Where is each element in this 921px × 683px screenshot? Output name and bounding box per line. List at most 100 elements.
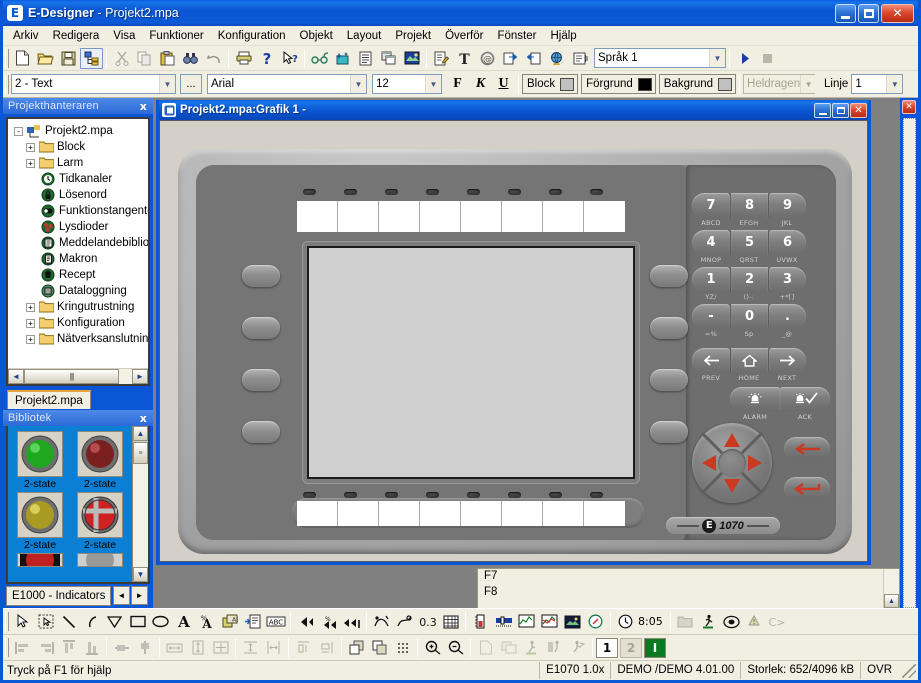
distribute-top-icon[interactable] (292, 637, 315, 659)
slider-icon[interactable] (492, 611, 515, 633)
line-width-combo[interactable]: 1 ▼ (851, 74, 904, 94)
ascii-field-icon[interactable]: ABC (264, 611, 287, 633)
keypad-key-3[interactable]: 3 (768, 267, 806, 292)
function-key-label[interactable] (502, 201, 543, 232)
copy-block-icon[interactable] (497, 637, 520, 659)
tree-item-lysdioder[interactable]: Lysdioder (12, 219, 146, 235)
expand-toggle[interactable]: + (26, 334, 35, 344)
zoom-out-icon[interactable] (444, 637, 467, 659)
line-style-combo[interactable]: Heldragen ▼ (743, 74, 817, 94)
run-button[interactable] (733, 48, 756, 69)
language-combo[interactable]: Språk 1 ▼ (594, 48, 726, 68)
font-size-combo[interactable]: 12 ▼ (372, 74, 442, 94)
jump-alt-icon[interactable] (543, 637, 566, 659)
expand-toggle[interactable]: + (26, 318, 35, 328)
digital-icon[interactable] (393, 611, 416, 633)
same-width-icon[interactable] (163, 637, 186, 659)
close-icon[interactable]: x (137, 100, 150, 113)
block-folder-icon[interactable] (674, 611, 697, 633)
function-key-label[interactable] (420, 201, 461, 232)
context-help-icon[interactable]: ? (278, 48, 301, 69)
dpad-center[interactable] (718, 449, 746, 477)
tile-windows-icon[interactable] (377, 48, 400, 69)
block-button-i[interactable]: I (644, 637, 666, 658)
home-key[interactable] (730, 348, 768, 373)
jump-next-icon[interactable] (340, 611, 363, 633)
chevron-down-icon[interactable]: ▼ (350, 75, 366, 93)
indicator-partial-icon[interactable] (17, 553, 63, 567)
tree-item-kringutrustning[interactable]: + Kringutrustning (12, 299, 146, 315)
send-back-icon[interactable] (368, 637, 391, 659)
menu-funktioner[interactable]: Funktioner (142, 28, 210, 44)
close-button[interactable]: ✕ (881, 3, 914, 23)
project-tree[interactable]: - Projekt2.mpa + Block + Larm Tidkanaler… (6, 117, 150, 386)
prev-key[interactable] (692, 348, 730, 373)
left-soft-key-2[interactable] (242, 317, 280, 339)
align-right-icon[interactable] (34, 637, 57, 659)
left-soft-key-1[interactable] (242, 265, 280, 287)
macro-run-icon[interactable]: C> (766, 611, 789, 633)
chevron-down-icon[interactable]: ▼ (709, 49, 725, 67)
message-field-icon[interactable] (241, 611, 264, 633)
chevron-down-icon[interactable]: ▼ (159, 75, 175, 93)
minimize-button[interactable] (835, 3, 856, 23)
library-item[interactable] (74, 553, 126, 567)
tree-item-project[interactable]: - Projekt2.mpa (12, 123, 146, 139)
text-icon[interactable]: A (172, 611, 195, 633)
trend-multi-icon[interactable] (538, 611, 561, 633)
draw-toolbar-grip[interactable] (5, 612, 9, 631)
object-browse-button[interactable]: ... (180, 74, 202, 94)
function-key-label[interactable] (543, 201, 584, 232)
indicator-lamp-red-icon[interactable] (77, 431, 123, 477)
function-key-label[interactable] (502, 501, 543, 526)
menu-arkiv[interactable]: Arkiv (6, 28, 46, 44)
table-icon[interactable] (439, 611, 462, 633)
jump-first-icon[interactable] (294, 611, 317, 633)
open-folder-icon[interactable] (34, 48, 57, 69)
function-key-label[interactable] (379, 501, 420, 526)
zoom-in-icon[interactable] (421, 637, 444, 659)
ack-key[interactable] (780, 387, 830, 411)
right-soft-key-3[interactable] (650, 369, 688, 391)
multi-object-icon[interactable]: AB (218, 611, 241, 633)
background-color-button[interactable]: Bakgrund (658, 74, 737, 94)
function-key-row[interactable]: F7 (484, 570, 883, 586)
foreground-color-swatch[interactable] (637, 77, 652, 91)
jump-icon[interactable] (520, 637, 543, 659)
import-icon[interactable] (522, 48, 545, 69)
undo-arrow-icon[interactable] (202, 48, 225, 69)
tree-item-losenord[interactable]: Lösenord (12, 187, 146, 203)
function-key-label[interactable] (420, 501, 461, 526)
menu-objekt[interactable]: Objekt (293, 28, 340, 44)
top-function-key-row[interactable] (297, 201, 625, 232)
project-document-tab[interactable]: Projekt2.mpa (7, 390, 91, 409)
function-key-label[interactable] (461, 201, 502, 232)
tree-item-recept[interactable]: Recept (12, 267, 146, 283)
menu-fonster[interactable]: Fönster (490, 28, 543, 44)
function-key-label[interactable] (584, 501, 625, 526)
line-icon[interactable] (57, 611, 80, 633)
bargraph-icon[interactable] (469, 611, 492, 633)
background-color-swatch[interactable] (718, 77, 733, 91)
same-size-icon[interactable] (209, 637, 232, 659)
distribute-left-icon[interactable] (315, 637, 338, 659)
project-tree-icon[interactable] (80, 47, 103, 69)
bring-front-icon[interactable] (345, 637, 368, 659)
underline-button[interactable]: U (492, 74, 515, 95)
jump-prev-icon[interactable]: % (317, 611, 340, 633)
close-icon[interactable]: ✕ (902, 100, 916, 114)
function-key-label[interactable] (338, 201, 379, 232)
align-toolbar-grip[interactable] (5, 638, 9, 657)
library-item[interactable]: 2-state (14, 492, 66, 551)
polygon-icon[interactable] (103, 611, 126, 633)
scroll-down-icon[interactable]: ▼ (133, 567, 148, 582)
edit-note-icon[interactable] (430, 48, 453, 69)
function-key-label[interactable] (297, 201, 338, 232)
scrollbar-track[interactable] (133, 464, 148, 567)
address-card-icon[interactable] (568, 48, 591, 69)
select-arrow-icon[interactable] (11, 611, 34, 633)
ellipse-icon[interactable] (149, 611, 172, 633)
foreground-color-button[interactable]: Förgrund (581, 74, 656, 94)
trend-icon[interactable] (515, 611, 538, 633)
tree-item-block[interactable]: + Block (12, 139, 146, 155)
